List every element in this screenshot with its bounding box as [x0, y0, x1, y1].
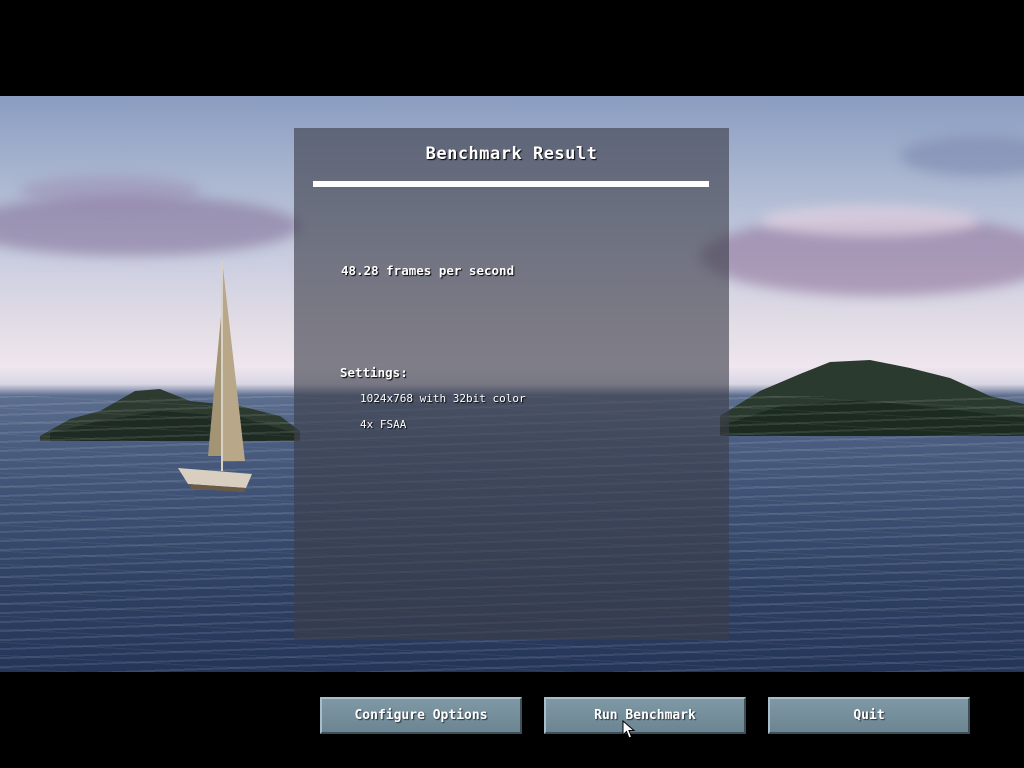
fps-result: 48.28 frames per second — [341, 263, 515, 278]
cloud — [20, 176, 200, 206]
cloud — [760, 206, 980, 236]
settings-label: Settings: — [340, 365, 408, 380]
sailboat — [178, 261, 252, 492]
screen: Benchmark Result 48.28 frames per second… — [0, 0, 1024, 768]
setting-resolution: 1024x768 with 32bit color — [360, 392, 526, 405]
cloud — [900, 136, 1024, 176]
configure-options-button[interactable]: Configure Options — [320, 697, 522, 734]
run-benchmark-button[interactable]: Run Benchmark — [544, 697, 746, 734]
quit-button[interactable]: Quit — [768, 697, 970, 734]
arrow-cursor-icon — [622, 720, 636, 739]
benchmark-result-panel: Benchmark Result 48.28 frames per second… — [294, 128, 729, 640]
title-divider — [313, 181, 709, 187]
cloud — [0, 196, 300, 256]
panel-title: Benchmark Result — [425, 144, 598, 164]
setting-antialiasing: 4x FSAA — [360, 418, 407, 431]
